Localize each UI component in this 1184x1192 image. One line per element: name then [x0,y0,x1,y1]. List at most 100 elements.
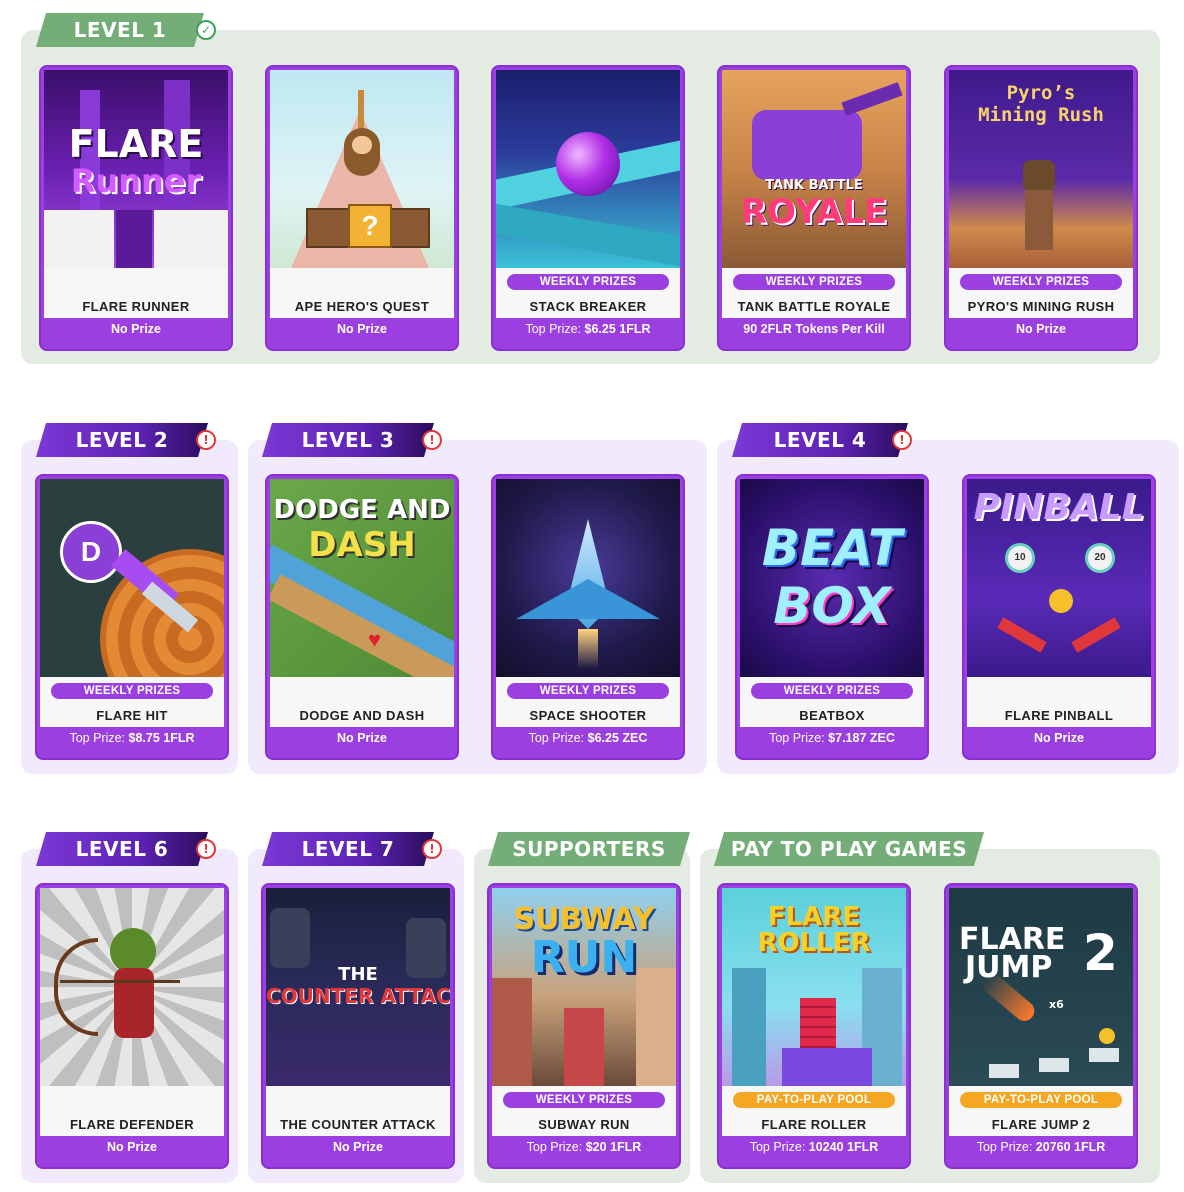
game-card-pinball[interactable]: PINBALL 10 20 FLARE PINBALL No Prize [962,474,1156,760]
art-subtitle: BOX [773,577,891,635]
game-card-pyro[interactable]: Pyro’s Mining Rush WEEKLY PRIZES PYRO'S … [944,65,1138,351]
game-thumbnail: TANK BATTLE ROYALE [722,70,906,268]
prize-text: No Prize [332,1140,383,1154]
ball-icon [556,132,620,196]
weekly-prizes-badge: WEEKLY PRIZES [503,1092,665,1108]
game-prize: No Prize [41,322,231,336]
level4-tag: LEVEL 4 [732,423,908,457]
game-card-flare-runner[interactable]: FLARE Runner FLARE RUNNER No Prize [39,65,233,351]
prize-text: No Prize [336,731,387,745]
game-info: PAY-TO-PLAY POOL FLARE ROLLER [722,1086,906,1136]
game-prize: No Prize [263,1140,453,1154]
level4-label: LEVEL 4 [773,428,867,452]
game-info: FLARE RUNNER [44,268,228,318]
game-thumbnail: FLARE JUMP 2 x6 [949,888,1133,1086]
level6-tag: LEVEL 6 [36,832,208,866]
game-info: WEEKLY PRIZES FLARE HIT [40,677,224,727]
prize-value: 10240 1FLR [808,1140,879,1154]
game-name: PYRO'S MINING RUSH [967,299,1115,314]
game-info: WEEKLY PRIZES SUBWAY RUN [492,1086,676,1136]
game-card-flare-hit[interactable]: D WEEKLY PRIZES FLARE HIT Top Prize: $8.… [35,474,229,760]
warning-icon: ! [422,839,442,859]
game-info: FLARE PINBALL [967,677,1151,727]
level3-tag: LEVEL 3 [262,423,434,457]
coin-icon [1099,1028,1115,1044]
game-card-tank-battle[interactable]: TANK BATTLE ROYALE WEEKLY PRIZES TANK BA… [717,65,911,351]
prize-value: $8.75 1FLR [128,731,195,745]
game-name: FLARE RUNNER [82,299,190,314]
game-card-defender[interactable]: FLARE DEFENDER No Prize [35,883,229,1169]
art-subtitle: TANK BATTLE [765,178,863,193]
game-name: FLARE ROLLER [761,1117,867,1132]
game-prize: Top Prize: $7.187 ZEC [737,731,927,745]
supporters-label: SUPPORTERS [512,837,666,861]
warning-icon: ! [422,430,442,450]
art-subtitle: JUMP [965,950,1053,985]
game-card-ape-hero[interactable]: ? APE HERO'S QUEST No Prize [265,65,459,351]
game-info: THE COUNTER ATTACK [266,1086,450,1136]
prize-text: No Prize [1033,731,1084,745]
game-card-stack-breaker[interactable]: WEEKLY PRIZES STACK BREAKER Top Prize: $… [491,65,685,351]
game-info: WEEKLY PRIZES BEATBOX [740,677,924,727]
game-info: DODGE AND DASH [270,677,454,727]
game-name: FLARE JUMP 2 [991,1117,1091,1132]
game-thumbnail: FLARE Runner [44,70,228,268]
pay-to-play-pool-badge: PAY-TO-PLAY POOL [733,1092,895,1108]
prize-label: Top Prize: [749,1140,806,1154]
game-card-flare-jump-2[interactable]: FLARE JUMP 2 x6 PAY-TO-PLAY POOL FLARE J… [944,883,1138,1169]
level2-tag: LEVEL 2 [36,423,208,457]
art-title: FLARE [68,122,204,166]
game-card-subway-run[interactable]: SUBWAY RUN WEEKLY PRIZES SUBWAY RUN Top … [487,883,681,1169]
pay-to-play-tag: PAY TO PLAY GAMES [714,832,984,866]
prize-text: No Prize [110,322,161,336]
game-name: FLARE HIT [96,708,168,723]
game-name: FLARE PINBALL [1004,708,1114,723]
game-name: TANK BATTLE ROYALE [737,299,891,314]
prize-value: $20 1FLR [585,1140,642,1154]
art-title: PINBALL [973,487,1145,528]
warning-icon: ! [196,430,216,450]
game-info: WEEKLY PRIZES SPACE SHOOTER [496,677,680,727]
game-thumbnail [496,479,680,677]
prize-value: 20760 1FLR [1035,1140,1106,1154]
prize-value: $7.187 ZEC [828,731,895,745]
game-name: BEATBOX [799,708,865,723]
game-prize: Top Prize: $8.75 1FLR [37,731,227,745]
game-card-flare-roller[interactable]: FLARE ROLLER PAY-TO-PLAY POOL FLARE ROLL… [717,883,911,1169]
ball-icon [1049,589,1073,613]
prize-label: Top Prize: [769,731,825,745]
art-subtitle: Mining Rush [978,104,1104,126]
game-prize: No Prize [946,322,1136,336]
game-thumbnail: D [40,479,224,677]
art-title: DODGE AND [273,495,451,525]
level6-label: LEVEL 6 [75,837,169,861]
art-multiplier: x6 [1049,998,1064,1011]
weekly-prizes-badge: WEEKLY PRIZES [960,274,1122,290]
game-name: SUBWAY RUN [538,1117,630,1132]
game-prize: No Prize [37,1140,227,1154]
bumper-10: 10 [1005,543,1035,573]
game-info: APE HERO'S QUEST [270,268,454,318]
game-prize: No Prize [267,731,457,745]
game-card-space-shooter[interactable]: WEEKLY PRIZES SPACE SHOOTER Top Prize: $… [491,474,685,760]
warning-icon: ! [892,430,912,450]
art-subtitle: Runner [70,162,202,200]
game-thumbnail: DODGE AND DASH ♥ [270,479,454,677]
level7-label: LEVEL 7 [301,837,395,861]
question-block-icon: ? [348,204,392,248]
game-info: WEEKLY PRIZES PYRO'S MINING RUSH [949,268,1133,318]
game-thumbnail: FLARE ROLLER [722,888,906,1086]
game-thumbnail: SUBWAY RUN [492,888,676,1086]
art-subtitle: DASH [308,525,416,565]
art-number: 2 [1083,924,1118,982]
game-card-counter-attack[interactable]: THE COUNTER ATTACK THE COUNTER ATTACK No… [261,883,455,1169]
game-card-beatbox[interactable]: BEAT BOX WEEKLY PRIZES BEATBOX Top Prize… [735,474,929,760]
game-name: SPACE SHOOTER [529,708,647,723]
game-card-dodge-dash[interactable]: DODGE AND DASH ♥ DODGE AND DASH No Prize [265,474,459,760]
weekly-prizes-badge: WEEKLY PRIZES [733,274,895,290]
game-name: FLARE DEFENDER [69,1117,195,1132]
game-info: FLARE DEFENDER [40,1086,224,1136]
prize-label: Top Prize: [528,731,585,745]
game-prize: Top Prize: 10240 1FLR [719,1140,909,1154]
art-title: THE [338,964,378,985]
